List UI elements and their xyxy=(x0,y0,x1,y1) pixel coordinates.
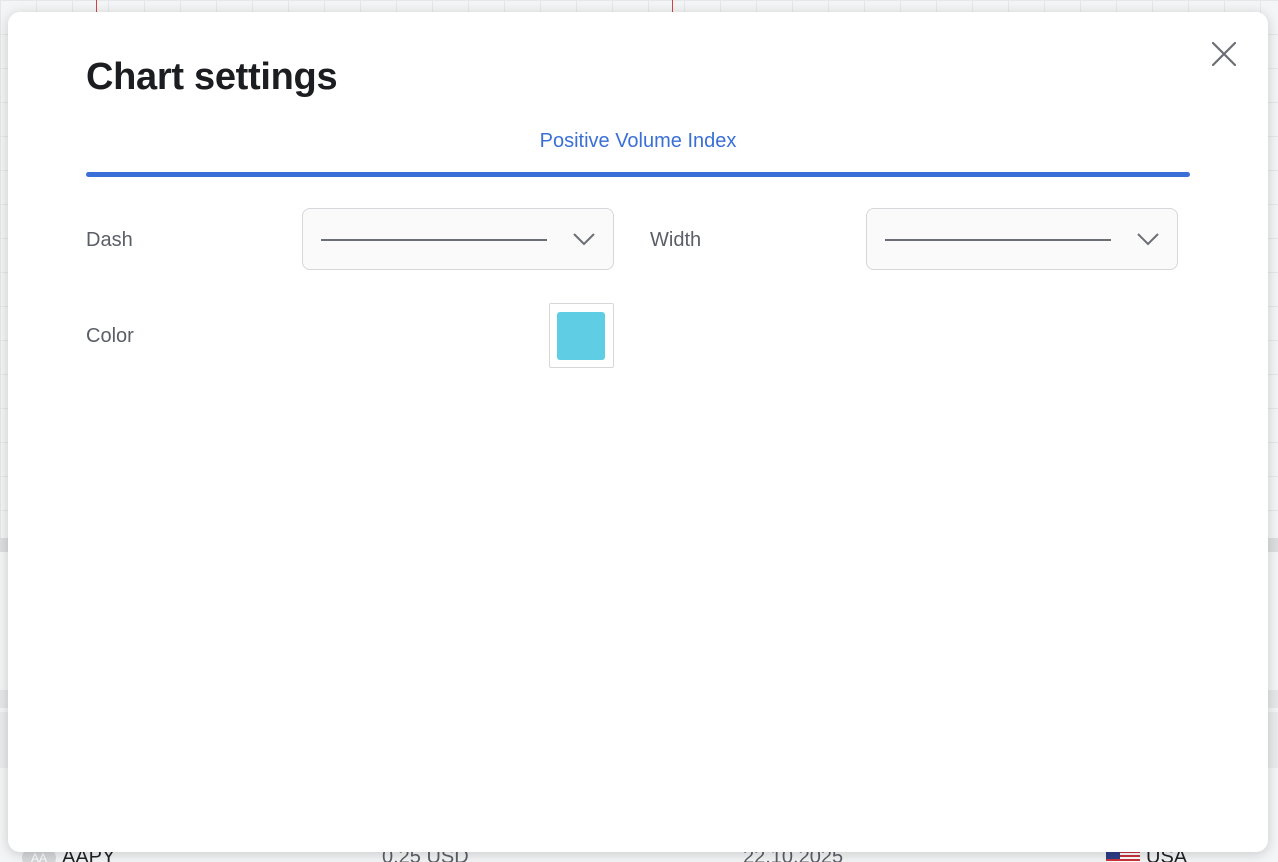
color-label: Color xyxy=(86,325,134,347)
chevron-down-icon xyxy=(1137,233,1159,246)
active-tab-indicator xyxy=(86,172,1190,177)
width-label: Width xyxy=(650,229,702,251)
background-chart-marker xyxy=(96,0,97,12)
color-picker-button[interactable] xyxy=(549,303,614,368)
modal-title: Chart settings xyxy=(86,56,338,98)
chart-settings-modal: Chart settings Positive Volume Index Das… xyxy=(8,12,1268,852)
close-icon xyxy=(1211,41,1237,67)
color-swatch-fill xyxy=(557,312,605,360)
close-button[interactable] xyxy=(1210,40,1238,68)
dash-label: Dash xyxy=(86,229,133,251)
width-select[interactable] xyxy=(866,208,1178,270)
dash-select[interactable] xyxy=(302,208,614,270)
usa-flag-icon xyxy=(1106,851,1140,862)
chevron-down-icon xyxy=(573,233,595,246)
solid-line-preview xyxy=(885,239,1111,241)
tab-positive-volume-index[interactable]: Positive Volume Index xyxy=(86,122,1190,172)
background-chart-marker xyxy=(672,0,673,12)
solid-line-preview xyxy=(321,239,547,241)
tab-bar: Positive Volume Index xyxy=(86,122,1190,178)
